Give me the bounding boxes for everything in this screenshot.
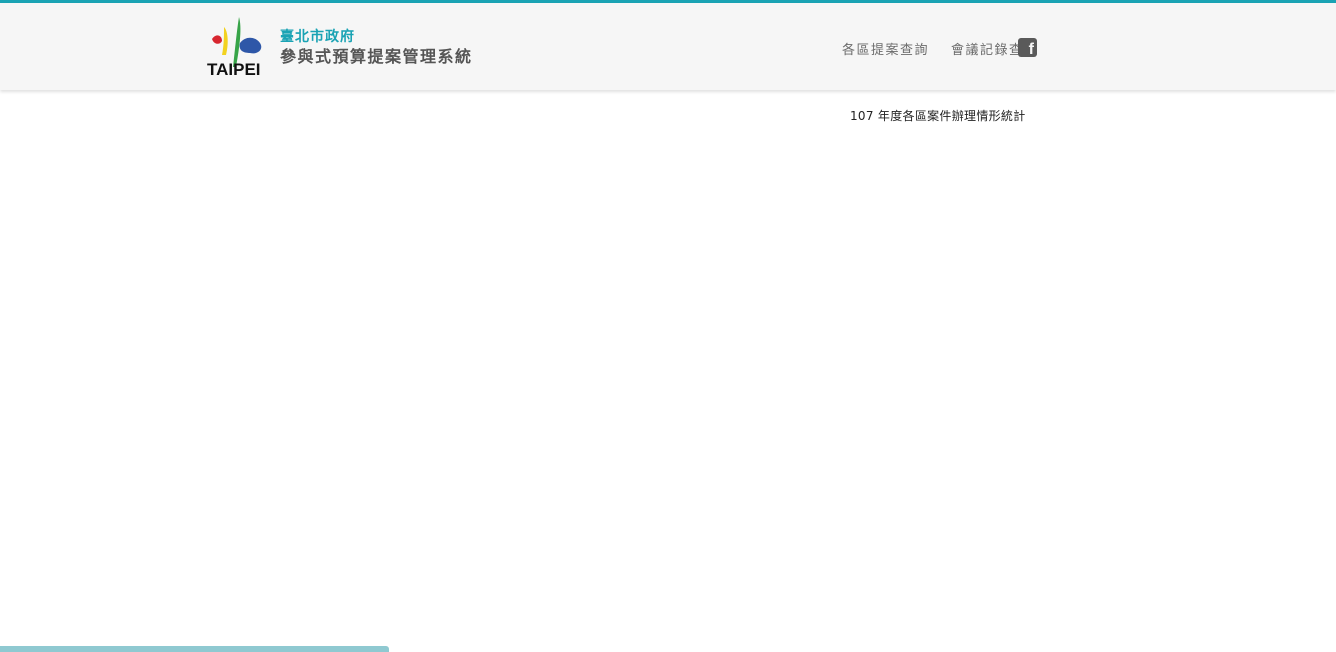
bottom-progress-bar bbox=[0, 646, 389, 652]
facebook-icon[interactable]: f bbox=[1018, 38, 1037, 58]
logo-text: TAIPEI bbox=[207, 60, 261, 79]
nav-item-district-proposals[interactable]: 各區提案查詢 bbox=[842, 39, 929, 58]
taipei-logo[interactable]: TAIPEI bbox=[206, 15, 268, 79]
main-nav: 各區提案查詢 會議記錄查詢 bbox=[820, 39, 1038, 58]
page-title: 107 年度各區案件辦理情形統計 bbox=[850, 109, 1026, 123]
brand-text[interactable]: 臺北市政府 參與式預算提案管理系統 bbox=[280, 28, 473, 68]
brand[interactable]: TAIPEI 臺北市政府 參與式預算提案管理系統 bbox=[206, 15, 473, 79]
site-header: TAIPEI 臺北市政府 參與式預算提案管理系統 各區提案查詢 會議記錄查詢 f bbox=[0, 3, 1336, 90]
system-name: 參與式預算提案管理系統 bbox=[280, 47, 473, 66]
org-name: 臺北市政府 bbox=[280, 29, 355, 45]
